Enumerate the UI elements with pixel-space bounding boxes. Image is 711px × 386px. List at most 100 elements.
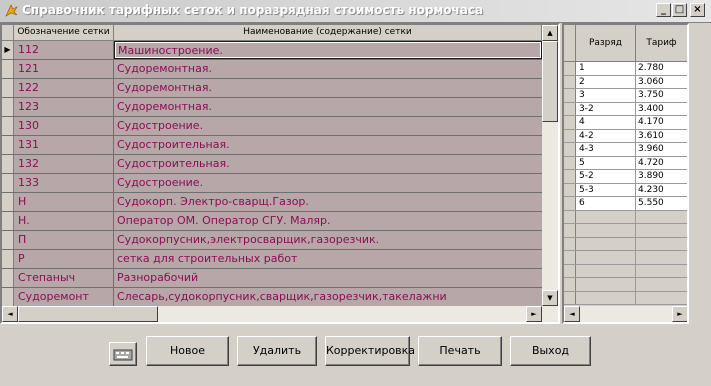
cell-rate[interactable]: 3.400: [636, 102, 687, 115]
cell-grade[interactable]: 4-3: [576, 143, 636, 156]
table-row[interactable]: 122 Судоремонтная.: [2, 79, 542, 98]
table-row[interactable]: 123 Судоремонтная.: [2, 98, 542, 117]
cell-name[interactable]: Судостроение.: [114, 117, 542, 135]
horizontal-scrollbar-thumb[interactable]: [18, 306, 158, 322]
cell-name[interactable]: сетка для строительных работ: [114, 250, 542, 268]
cell-code[interactable]: 130: [14, 117, 114, 135]
row-indicator[interactable]: [2, 79, 14, 97]
minimize-button[interactable]: _: [656, 3, 671, 17]
rate-table-row[interactable]: 5-2 3.890: [564, 170, 687, 184]
table-row[interactable]: Н Судокорп. Электро-сварщ.Газор.: [2, 193, 542, 212]
cell-name[interactable]: Судостроительная.: [114, 155, 542, 173]
cell-grade[interactable]: [576, 237, 636, 250]
exit-button[interactable]: Выход: [510, 336, 591, 366]
rate-row-indicator[interactable]: [564, 197, 576, 210]
row-indicator[interactable]: [2, 155, 14, 173]
print-button[interactable]: Печать: [418, 336, 502, 366]
rate-row-indicator[interactable]: [564, 224, 576, 237]
cell-rate[interactable]: 2.780: [636, 62, 687, 75]
cell-grade[interactable]: 4-2: [576, 129, 636, 142]
cell-grade[interactable]: 3: [576, 89, 636, 102]
rate-table-row[interactable]: 5-3 4.230: [564, 183, 687, 197]
cell-code[interactable]: 112: [14, 41, 114, 59]
rate-scroll-left-arrow-icon[interactable]: ◄: [564, 306, 580, 322]
cell-code[interactable]: Н.: [14, 212, 114, 230]
rate-row-indicator[interactable]: [564, 156, 576, 169]
cell-rate[interactable]: 4.720: [636, 156, 687, 169]
scroll-down-arrow-icon[interactable]: ▼: [542, 290, 558, 306]
table-row[interactable]: П Судокорпусник,электросварщик,газорезчик…: [2, 231, 542, 250]
cell-grade[interactable]: 1: [576, 62, 636, 75]
table-row[interactable]: Судоремонт Слесарь,судокорпусник,сварщик,…: [2, 288, 542, 307]
table-row[interactable]: 132 Судостроительная.: [2, 155, 542, 174]
rate-row-indicator[interactable]: [564, 143, 576, 156]
cell-code[interactable]: 132: [14, 155, 114, 173]
row-indicator[interactable]: [2, 60, 14, 78]
tariff-grid-table[interactable]: Обозначение сетки Наименование (содержан…: [0, 23, 560, 324]
rate-row-indicator[interactable]: [564, 102, 576, 115]
row-indicator[interactable]: [2, 136, 14, 154]
rate-row-indicator[interactable]: [564, 170, 576, 183]
cell-rate[interactable]: [636, 264, 687, 277]
cell-rate[interactable]: 3.890: [636, 170, 687, 183]
rate-empty-row[interactable]: [564, 278, 687, 292]
delete-button[interactable]: Удалить: [237, 336, 317, 366]
rate-table-row[interactable]: 3 3.750: [564, 89, 687, 103]
cell-code[interactable]: Судоремонт: [14, 288, 114, 306]
new-button[interactable]: Новое: [146, 336, 229, 366]
scroll-left-arrow-icon[interactable]: ◄: [2, 306, 18, 322]
cell-rate[interactable]: 4.170: [636, 116, 687, 129]
table-row[interactable]: Рсетка для строительных работ: [2, 250, 542, 269]
table-row[interactable]: ▶ 112 Машиностроение.: [2, 41, 542, 60]
cell-name[interactable]: Судостроение.: [114, 174, 542, 192]
table-row[interactable]: Степаныч Разнорабочий: [2, 269, 542, 288]
cell-rate[interactable]: 3.750: [636, 89, 687, 102]
cell-grade[interactable]: 5-3: [576, 183, 636, 196]
row-indicator[interactable]: [2, 174, 14, 192]
rate-row-indicator[interactable]: [564, 116, 576, 129]
vertical-scrollbar[interactable]: ▲ ▼: [542, 25, 558, 306]
cell-name[interactable]: Судостроительная.: [114, 136, 542, 154]
cell-name[interactable]: Слесарь,судокорпусник,сварщик,газорезчик…: [114, 288, 542, 306]
scroll-up-arrow-icon[interactable]: ▲: [542, 25, 558, 41]
cell-rate[interactable]: [636, 251, 687, 264]
row-indicator[interactable]: [2, 231, 14, 249]
table-row[interactable]: 130 Судостроение.: [2, 117, 542, 136]
rate-row-indicator[interactable]: [564, 237, 576, 250]
keyboard-button[interactable]: [109, 342, 137, 366]
rate-empty-row[interactable]: [564, 237, 687, 251]
cell-rate[interactable]: [636, 278, 687, 291]
close-button[interactable]: ×: [690, 3, 705, 17]
cell-grade[interactable]: [576, 264, 636, 277]
rate-row-indicator[interactable]: [564, 62, 576, 75]
rate-row-indicator[interactable]: [564, 210, 576, 223]
cell-code[interactable]: 123: [14, 98, 114, 116]
cell-rate[interactable]: [636, 224, 687, 237]
cell-grade[interactable]: [576, 210, 636, 223]
rate-empty-row[interactable]: [564, 224, 687, 238]
row-indicator[interactable]: [2, 212, 14, 230]
rate-row-indicator[interactable]: [564, 251, 576, 264]
cell-rate[interactable]: [636, 291, 687, 304]
scroll-right-arrow-icon[interactable]: ►: [526, 306, 542, 322]
cell-grade[interactable]: [576, 291, 636, 304]
column-header-code[interactable]: Обозначение сетки: [14, 25, 114, 41]
cell-name[interactable]: Судоремонтная.: [114, 98, 542, 116]
rate-scroll-right-arrow-icon[interactable]: ►: [672, 306, 687, 322]
rate-row-indicator[interactable]: [564, 89, 576, 102]
cell-rate[interactable]: 4.230: [636, 183, 687, 196]
rate-table-row[interactable]: 1 2.780: [564, 62, 687, 76]
rate-empty-row[interactable]: [564, 210, 687, 224]
cell-grade[interactable]: 2: [576, 75, 636, 88]
cell-rate[interactable]: 3.610: [636, 129, 687, 142]
table-row[interactable]: Н. Оператор ОМ. Оператор СГУ. Маляр.: [2, 212, 542, 231]
table-row[interactable]: 131 Судостроительная.: [2, 136, 542, 155]
rate-table-row[interactable]: 5 4.720: [564, 156, 687, 170]
cell-code[interactable]: 122: [14, 79, 114, 97]
maximize-button[interactable]: □: [672, 3, 687, 17]
row-indicator[interactable]: [2, 98, 14, 116]
row-indicator[interactable]: [2, 269, 14, 287]
cell-grade[interactable]: 6: [576, 197, 636, 210]
row-indicator[interactable]: [2, 288, 14, 306]
cell-name[interactable]: Судоремонтная.: [114, 60, 542, 78]
